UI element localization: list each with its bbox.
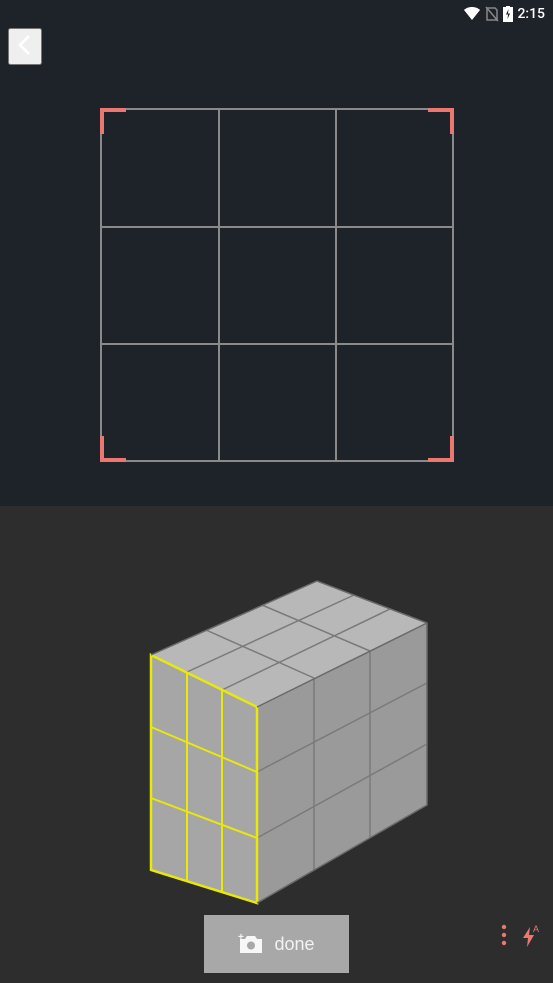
more-options-button[interactable] — [497, 920, 511, 953]
corner-top-left — [100, 108, 126, 134]
done-button-label: done — [274, 934, 314, 955]
camera-add-icon: + — [238, 933, 264, 955]
no-sim-icon — [485, 6, 499, 22]
bottom-right-controls: A — [497, 920, 543, 953]
corner-top-right — [428, 108, 454, 134]
more-vertical-icon — [501, 924, 507, 946]
cube-viewport[interactable] — [107, 486, 447, 983]
grid-line-v2 — [335, 110, 337, 460]
battery-charging-icon — [503, 6, 513, 22]
bottom-bar: + done — [0, 915, 553, 973]
top-bar — [0, 28, 553, 64]
wifi-icon — [463, 7, 481, 21]
grid-line-h1 — [102, 226, 452, 228]
capture-area — [0, 64, 553, 506]
corner-bottom-right — [428, 436, 454, 462]
grid-line-v1 — [218, 110, 220, 460]
status-bar: 2:15 — [0, 0, 553, 28]
flash-mode-label: A — [533, 925, 539, 934]
back-button[interactable] — [8, 28, 42, 65]
preview-area: + done A — [0, 506, 553, 983]
clock-text: 2:15 — [517, 6, 545, 22]
done-button[interactable]: + done — [204, 915, 348, 973]
capture-grid[interactable] — [100, 108, 454, 462]
grid-line-h2 — [102, 343, 452, 345]
flash-mode-button[interactable]: A — [519, 923, 543, 951]
corner-bottom-left — [100, 436, 126, 462]
cube-3d — [107, 555, 447, 915]
